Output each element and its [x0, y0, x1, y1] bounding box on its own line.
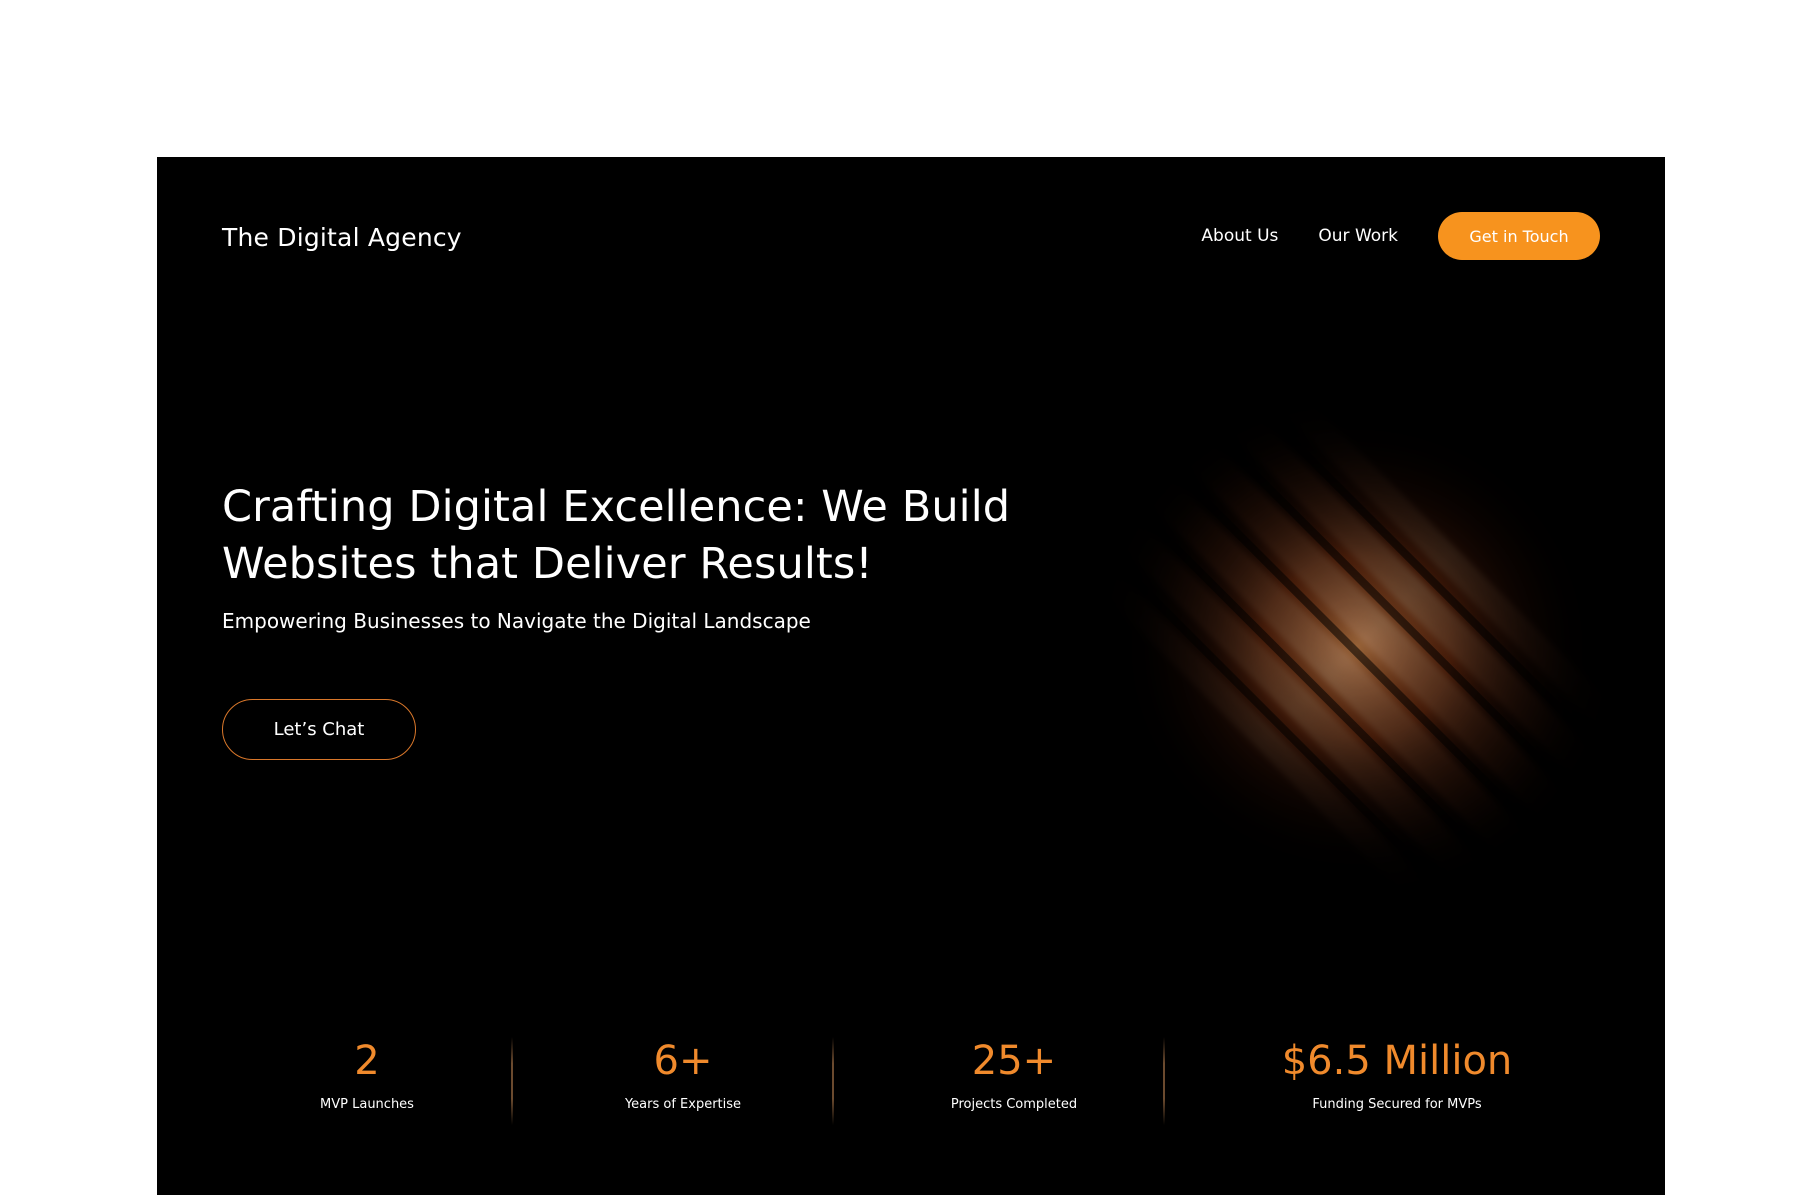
stat-projects-completed: 25+ Projects Completed [899, 1037, 1129, 1112]
stat-years-expertise: 6+ Years of Expertise [577, 1037, 789, 1112]
stat-value: $6.5 Million [1281, 1038, 1513, 1084]
hero-subtitle: Empowering Businesses to Navigate the Di… [222, 609, 811, 633]
hero-section: The Digital Agency About Us Our Work Get… [157, 157, 1665, 1195]
stat-label: Funding Secured for MVPs [1312, 1097, 1482, 1112]
get-in-touch-button[interactable]: Get in Touch [1438, 212, 1600, 260]
stat-divider [832, 1037, 834, 1125]
stat-mvp-launches: 2 MVP Launches [272, 1037, 462, 1112]
stat-label: Projects Completed [950, 1097, 1078, 1112]
lets-chat-button[interactable]: Let’s Chat [222, 699, 416, 760]
stat-label: Years of Expertise [624, 1097, 742, 1112]
stat-divider [1163, 1037, 1165, 1125]
stat-value: 25+ [971, 1038, 1057, 1084]
stat-value: 6+ [653, 1038, 713, 1084]
hero-title: Crafting Digital Excellence: We Build We… [222, 482, 1011, 589]
stat-divider [511, 1037, 513, 1125]
site-logo[interactable]: The Digital Agency [222, 223, 462, 252]
stats-row: 2 MVP Launches 6+ Years of Expertise 25+… [157, 1037, 1665, 1137]
main-nav: About Us Our Work Get in Touch [1201, 212, 1600, 260]
stat-label: MVP Launches [320, 1097, 414, 1112]
nav-link-about-us[interactable]: About Us [1201, 226, 1278, 246]
stat-funding-secured: $6.5 Million Funding Secured for MVPs [1247, 1037, 1547, 1112]
glowing-stripes-graphic [1087, 387, 1627, 907]
nav-link-our-work[interactable]: Our Work [1318, 226, 1398, 246]
stat-value: 2 [354, 1038, 380, 1084]
